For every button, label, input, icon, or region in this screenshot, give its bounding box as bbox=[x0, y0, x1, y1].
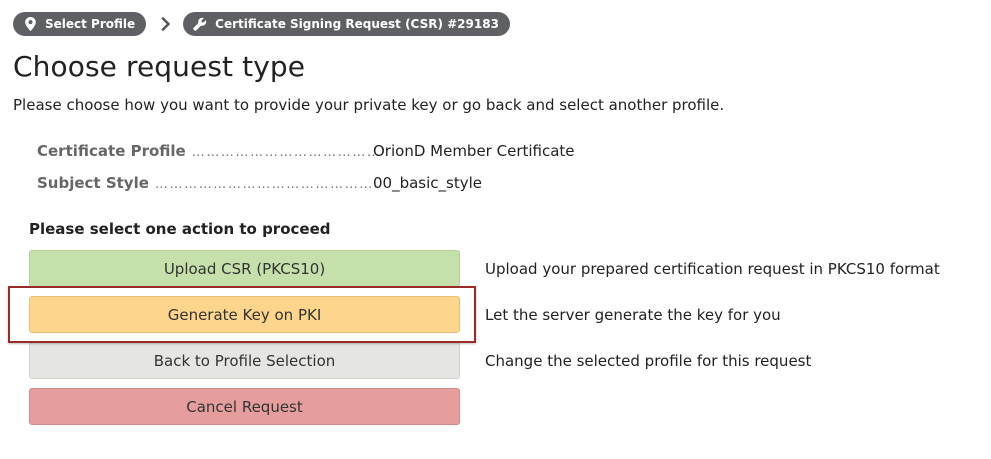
back-to-profile-description: Change the selected profile for this req… bbox=[485, 351, 812, 370]
dot-leader: …………………………………………………………………… bbox=[154, 177, 377, 192]
cancel-request-button[interactable]: Cancel Request bbox=[29, 388, 460, 425]
profile-info: Certificate Profile ……………………………………………………… bbox=[37, 142, 597, 206]
breadcrumb-select-profile[interactable]: Select Profile bbox=[13, 12, 147, 36]
page-description: Please choose how you want to provide yo… bbox=[13, 96, 725, 114]
certificate-profile-label: Certificate Profile bbox=[37, 142, 186, 160]
breadcrumb-label: Select Profile bbox=[45, 17, 136, 31]
generate-key-description: Let the server generate the key for you bbox=[485, 305, 781, 324]
wrench-icon bbox=[193, 17, 207, 31]
info-row-profile: Certificate Profile ……………………………………………………… bbox=[37, 142, 597, 174]
certificate-profile-value: OrionD Member Certificate bbox=[373, 142, 575, 160]
actions-heading: Please select one action to proceed bbox=[29, 220, 331, 238]
breadcrumb-csr[interactable]: Certificate Signing Request (CSR) #29183 bbox=[183, 12, 510, 36]
subject-style-label: Subject Style bbox=[37, 174, 149, 192]
page-title: Choose request type bbox=[13, 50, 306, 83]
chevron-right-icon bbox=[155, 12, 177, 36]
info-row-style: Subject Style ……………………………………………………………………… bbox=[37, 174, 597, 206]
generate-key-button[interactable]: Generate Key on PKI bbox=[29, 296, 460, 333]
back-to-profile-button[interactable]: Back to Profile Selection bbox=[29, 342, 460, 379]
dot-leader: …………………………………………………………… bbox=[191, 145, 382, 160]
map-marker-icon bbox=[23, 17, 37, 31]
breadcrumb: Select Profile Certificate Signing Reque… bbox=[13, 12, 510, 36]
subject-style-value: 00_basic_style bbox=[373, 174, 482, 192]
upload-csr-description: Upload your prepared certification reque… bbox=[485, 259, 940, 278]
breadcrumb-label: Certificate Signing Request (CSR) #29183 bbox=[215, 17, 499, 31]
upload-csr-button[interactable]: Upload CSR (PKCS10) bbox=[29, 250, 460, 287]
